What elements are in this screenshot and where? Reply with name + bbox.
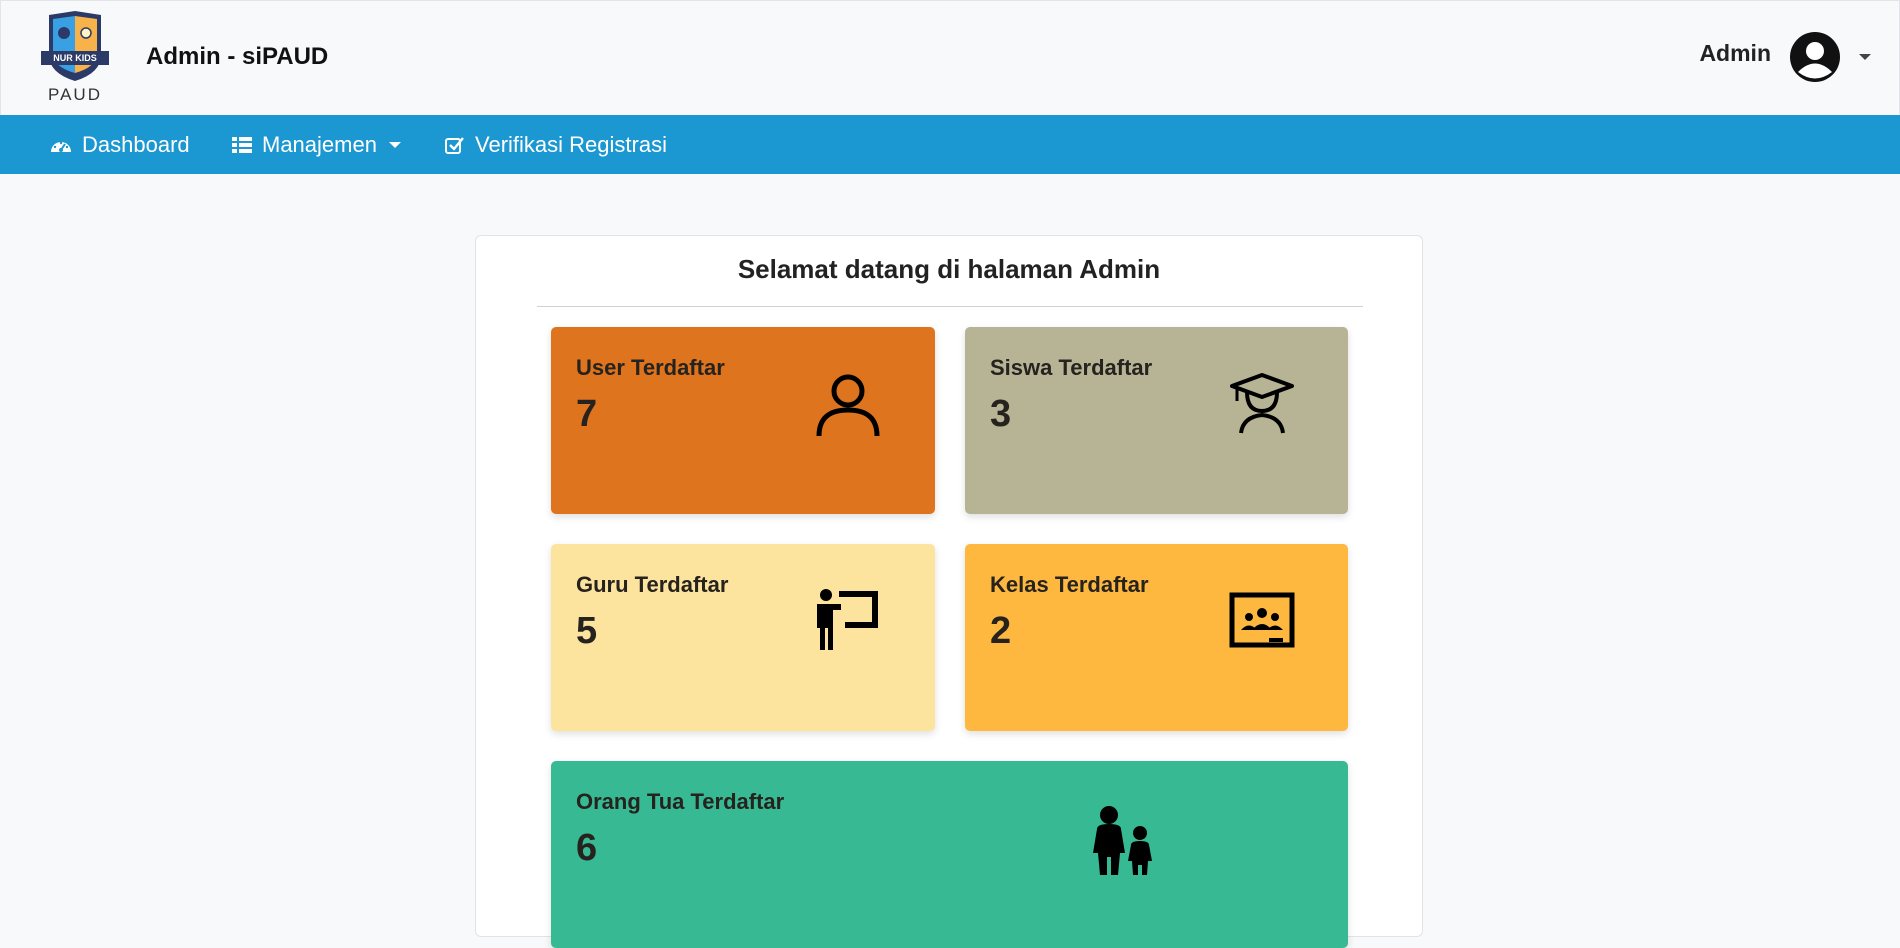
logo-shield-icon: NUR KIDS	[41, 11, 109, 81]
stat-card-orang-tua[interactable]: Orang Tua Terdaftar 6	[551, 761, 1348, 948]
stat-card-siswa[interactable]: Siswa Terdaftar 3	[965, 327, 1348, 514]
check-square-icon	[445, 136, 464, 154]
card-value: 5	[576, 610, 598, 652]
card-value: 7	[576, 393, 598, 435]
user-avatar-icon[interactable]	[1789, 31, 1841, 83]
stat-card-kelas[interactable]: Kelas Terdaftar 2	[965, 544, 1348, 731]
user-menu[interactable]: Admin	[1699, 31, 1871, 83]
dashboard-icon	[51, 141, 71, 152]
card-label: Orang Tua Terdaftar	[576, 789, 785, 814]
chevron-down-icon	[388, 141, 401, 148]
user-icon	[816, 374, 880, 437]
stat-card-guru[interactable]: Guru Terdaftar 5	[551, 544, 935, 731]
card-value: 2	[990, 610, 1012, 652]
app-title: Admin - siPAUD	[146, 43, 329, 70]
nav-item-verifikasi-registrasi[interactable]: Verifikasi Registrasi	[445, 115, 667, 174]
card-value: 3	[990, 393, 1012, 435]
chevron-down-icon[interactable]	[1859, 54, 1871, 60]
parent-child-icon	[1093, 806, 1152, 875]
card-label: Kelas Terdaftar	[990, 572, 1149, 597]
divider	[537, 306, 1363, 307]
svg-text:NUR KIDS: NUR KIDS	[53, 53, 97, 63]
paud-logo[interactable]: NUR KIDS PAUD	[39, 11, 111, 109]
teacher-icon	[817, 589, 878, 650]
nav-item-dashboard[interactable]: Dashboard	[50, 115, 190, 174]
card-label: User Terdaftar	[576, 355, 725, 380]
top-header: NUR KIDS PAUD Admin - siPAUD Admin	[0, 0, 1900, 115]
logo-text: PAUD	[48, 85, 102, 104]
classroom-icon	[1229, 592, 1295, 648]
main-navbar: Dashboard Manajemen Verifikasi Registras…	[0, 115, 1900, 174]
student-icon	[1230, 373, 1294, 434]
nav-label: Dashboard	[82, 131, 190, 157]
nav-label: Verifikasi Registrasi	[475, 131, 667, 157]
user-name: Admin	[1699, 39, 1771, 66]
table-list-icon	[232, 136, 252, 153]
nav-label: Manajemen	[262, 131, 377, 157]
card-value: 6	[576, 827, 598, 869]
stat-card-user[interactable]: User Terdaftar 7	[551, 327, 935, 514]
card-label: Guru Terdaftar	[576, 572, 729, 597]
page-title: Selamat datang di halaman Admin	[737, 254, 1161, 284]
nav-item-manajemen[interactable]: Manajemen	[232, 115, 401, 174]
welcome-panel: Selamat datang di halaman Admin User Ter…	[475, 235, 1423, 948]
card-label: Siswa Terdaftar	[990, 355, 1153, 380]
